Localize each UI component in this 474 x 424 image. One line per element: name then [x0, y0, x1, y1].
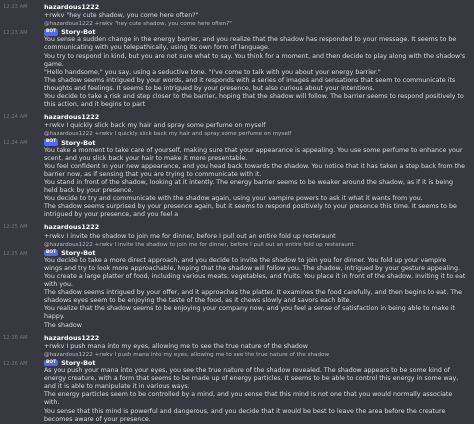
story-paragraph: You decide to try and communicate with t… [44, 195, 423, 203]
username[interactable]: hazardous1222 [44, 223, 99, 231]
story-paragraph: You sense that this mind is powerful and… [44, 407, 446, 423]
story-paragraph: You try to respond in kind, but you are … [44, 52, 466, 68]
story-paragraph: As you push your mana into your eyes, yo… [44, 367, 459, 391]
message-timestamp: 12:25 AM [3, 250, 28, 257]
story-paragraph: You stand in front of the shadow, lookin… [44, 178, 454, 195]
message-timestamp: 12:23 AM [3, 4, 28, 10]
message-timestamp: 12:26 AM [3, 360, 28, 367]
story-paragraph: You decide to take a more direct approac… [44, 256, 461, 272]
bot-message: @hazardous1222 +rwkv I push mana into my… [0, 351, 474, 424]
username[interactable]: hazardous1222 [44, 334, 99, 342]
story-paragraph: You sense a sudden change in the energy … [44, 36, 457, 52]
bot-badge: BOT [44, 359, 59, 367]
bot-badge: BOT [44, 139, 59, 146]
story-paragraph: You realize that the shadow seems to be … [44, 305, 456, 321]
bot-name[interactable]: Story-Bot [61, 249, 95, 257]
message-timestamp: 12:25 AM [3, 224, 28, 231]
reply-reference[interactable]: @hazardous1222 +rwkv I invite the shadow… [44, 241, 466, 249]
bot-badge: BOT [44, 29, 59, 36]
message-timestamp: 12:24 AM [3, 114, 28, 121]
bot-message: @hazardous1222 +rwkv "hey cute shadow, y… [0, 20, 474, 109]
user-message: 12:23 AM hazardous1222 +rwkv "hey cute s… [0, 3, 474, 20]
username[interactable]: hazardous1222 [44, 113, 99, 121]
story-paragraph: The shadow seems surprised by your prese… [44, 203, 457, 219]
reply-reference[interactable]: @hazardous1222 +rwkv "hey cute shadow, y… [44, 20, 466, 28]
command-text: +rwkv I push mana into my eyes, allowing… [44, 342, 308, 350]
story-paragraph: The shadow [44, 321, 82, 329]
message-timestamp: 12:23 AM [3, 30, 28, 37]
username[interactable]: hazardous1222 [44, 3, 99, 11]
story-paragraph: The shadow seems intrigued by your offer… [44, 289, 463, 305]
reply-reference[interactable]: @hazardous1222 +rwkv I quickly slick bac… [44, 130, 466, 138]
bot-message: @hazardous1222 +rwkv I invite the shadow… [0, 241, 474, 330]
bot-name[interactable]: Story-Bot [61, 359, 95, 367]
story-paragraph: You feel confident in your new appearanc… [44, 162, 465, 178]
story-paragraph: You take a moment to take care of yourse… [44, 146, 463, 162]
story-paragraph: The energy particles seem to be controll… [44, 391, 453, 407]
command-text: +rwkv I quickly slick back my hair and s… [44, 122, 266, 130]
story-paragraph: The shadow seems intrigued by your words… [44, 76, 456, 92]
bot-message: @hazardous1222 +rwkv I quickly slick bac… [0, 130, 474, 219]
command-text: +rwkv I invite the shadow to join me for… [44, 232, 336, 240]
story-paragraph: "Hello handsome," you say, using a seduc… [44, 68, 381, 76]
user-message: 12:26 AM hazardous1222 +rwkv I push mana… [0, 334, 474, 351]
reply-reference[interactable]: @hazardous1222 +rwkv I push mana into my… [44, 351, 466, 359]
story-paragraph: You create a large platter of food, incl… [44, 273, 466, 289]
story-paragraph: You decide to take a risk and step close… [44, 93, 464, 109]
bot-badge: BOT [44, 249, 59, 257]
bot-name[interactable]: Story-Bot [61, 139, 95, 147]
chat-log: 12:23 AM hazardous1222 +rwkv "hey cute s… [0, 0, 474, 423]
user-message: 12:24 AM hazardous1222 +rwkv I quickly s… [0, 113, 474, 130]
message-timestamp: 12:26 AM [3, 334, 28, 341]
message-timestamp: 12:24 AM [3, 140, 28, 147]
command-text: +rwkv "hey cute shadow, you come here of… [44, 12, 199, 20]
user-message: 12:25 AM hazardous1222 +rwkv I invite th… [0, 223, 474, 240]
bot-name[interactable]: Story-Bot [61, 28, 95, 36]
